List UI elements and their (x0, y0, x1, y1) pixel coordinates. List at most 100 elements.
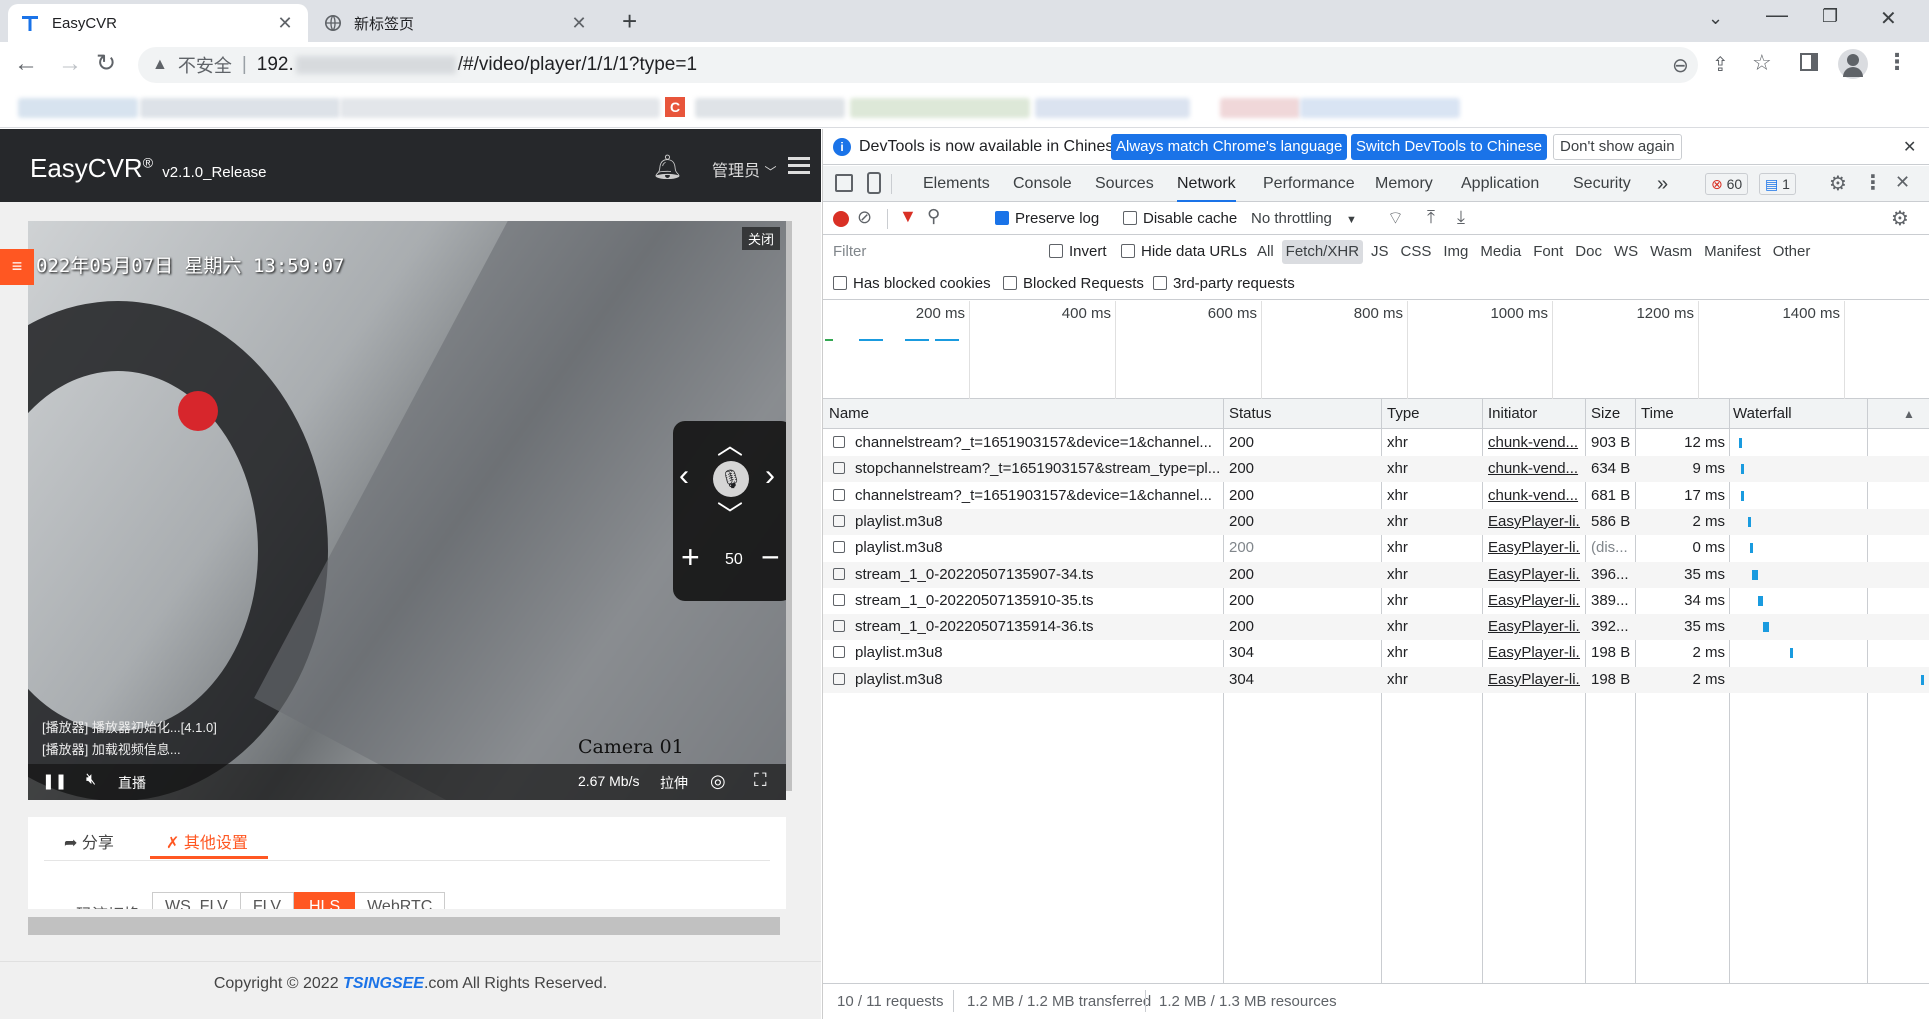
vertical-scrollbar[interactable] (786, 221, 792, 791)
filter-icon[interactable]: ▼ (899, 206, 917, 227)
request-initiator[interactable]: chunk-vend... (1488, 483, 1580, 509)
request-name[interactable]: playlist.m3u8 (833, 640, 1219, 666)
col-type[interactable]: Type (1387, 401, 1420, 427)
close-tab-icon[interactable]: ✕ (568, 13, 590, 34)
table-row[interactable]: playlist.m3u8 304 xhr EasyPlayer-li... 198 B… (823, 640, 1929, 666)
filter-type-img[interactable]: Img (1439, 240, 1472, 264)
request-name[interactable]: playlist.m3u8 (833, 667, 1219, 693)
chrome-menu-icon[interactable]: ⋮ (1886, 49, 1908, 75)
request-name[interactable]: channelstream?_t=1651903157&device=1&cha… (833, 483, 1219, 509)
ptz-zoom-in-icon[interactable]: + (681, 539, 700, 576)
request-initiator[interactable]: EasyPlayer-li... (1488, 535, 1580, 561)
blurred-bookmark[interactable] (850, 98, 1030, 118)
close-banner-icon[interactable]: ✕ (1903, 137, 1916, 157)
ptz-down-icon[interactable]: ﹀ (717, 495, 743, 532)
request-name[interactable]: channelstream?_t=1651903157&device=1&cha… (833, 430, 1219, 456)
disable-cache-checkbox[interactable]: Disable cache (1123, 210, 1237, 227)
browser-tab-new[interactable]: 新标签页 ✕ (312, 4, 602, 42)
request-name[interactable]: stopchannelstream?_t=1651903157&stream_t… (833, 456, 1219, 482)
blurred-bookmark[interactable] (1220, 98, 1300, 118)
clear-icon[interactable]: ⊘ (857, 207, 872, 228)
tab-performance[interactable]: Performance (1263, 166, 1355, 202)
user-menu[interactable]: 管理员 ﹀ (712, 157, 776, 181)
settings-gear-icon[interactable]: ⚙ (1829, 171, 1847, 196)
message-count-badge[interactable]: ▤ 1 (1759, 173, 1796, 195)
request-initiator[interactable]: EasyPlayer-li... (1488, 562, 1580, 588)
zoom-icon[interactable]: ⊖ (1672, 53, 1689, 78)
always-match-language-button[interactable]: Always match Chrome's language (1111, 134, 1348, 160)
customize-menu-icon[interactable]: ⋮ (1863, 170, 1883, 195)
switch-to-chinese-button[interactable]: Switch DevTools to Chinese (1351, 134, 1547, 160)
request-name[interactable]: stream_1_0-20220507135914-36.ts (833, 614, 1219, 640)
dont-show-again-button[interactable]: Don't show again (1553, 134, 1682, 160)
tab-search-icon[interactable]: ⌄ (1708, 8, 1723, 29)
filter-type-other[interactable]: Other (1769, 240, 1815, 264)
network-settings-gear-icon[interactable]: ⚙ (1891, 206, 1909, 231)
col-waterfall[interactable]: Waterfall (1733, 401, 1792, 427)
browser-tab-easycvr[interactable]: EasyCVR ✕ (8, 4, 308, 42)
throttling-select[interactable]: No throttling ▼ (1251, 210, 1357, 227)
filter-type-js[interactable]: JS (1367, 240, 1393, 264)
blurred-bookmark[interactable] (340, 98, 660, 118)
stream-option-ws-flv[interactable]: WS_FLV (152, 892, 241, 909)
stream-option-webrtc[interactable]: WebRTC (355, 892, 446, 909)
sort-ascending-icon[interactable]: ▲ (1903, 401, 1915, 427)
tab-sources[interactable]: Sources (1095, 166, 1154, 202)
preserve-log-checkbox[interactable]: Preserve log (995, 210, 1099, 227)
table-row[interactable]: stopchannelstream?_t=1651903157&stream_t… (823, 456, 1929, 483)
table-row[interactable]: stream_1_0-20220507135910-35.ts 200 xhr Eas… (823, 588, 1929, 614)
close-window-icon[interactable]: ✕ (1880, 6, 1897, 31)
share-icon[interactable]: ⇪ (1712, 52, 1729, 77)
tab-application[interactable]: Application (1461, 166, 1539, 202)
tab-elements[interactable]: Elements (923, 166, 990, 202)
ptz-up-icon[interactable]: ︿ (717, 425, 743, 462)
tab-network[interactable]: Network (1177, 166, 1236, 202)
table-row[interactable]: stream_1_0-20220507135914-36.ts 200 xhr Eas… (823, 614, 1929, 641)
new-tab-icon[interactable]: + (622, 6, 637, 37)
forward-icon[interactable]: → (58, 50, 82, 78)
error-count-badge[interactable]: ⊗ 60 (1705, 173, 1749, 195)
network-conditions-icon[interactable]: ⌔ (1387, 207, 1404, 230)
table-row[interactable]: stream_1_0-20220507135907-34.ts 200 xhr Eas… (823, 561, 1929, 588)
ptz-left-icon[interactable]: ‹ (679, 459, 689, 493)
request-initiator[interactable]: EasyPlayer-li... (1488, 588, 1580, 614)
filter-type-fetch-xhr[interactable]: Fetch/XHR (1281, 240, 1364, 264)
close-tab-icon[interactable]: ✕ (274, 13, 296, 34)
tab-share[interactable]: ➦ 分享 (64, 829, 114, 853)
blocked-requests-checkbox[interactable]: Blocked Requests (1003, 275, 1144, 292)
filter-type-manifest[interactable]: Manifest (1700, 240, 1765, 264)
request-name[interactable]: stream_1_0-20220507135910-35.ts (833, 588, 1219, 614)
fullscreen-icon[interactable]: ⛶ (754, 770, 767, 791)
table-row[interactable]: channelstream?_t=1651903157&device=1&cha… (823, 483, 1929, 509)
close-video-button[interactable]: 关闭 (742, 227, 781, 250)
request-name[interactable]: playlist.m3u8 (833, 535, 1219, 561)
notification-bell-icon[interactable]: 🔔︎ (652, 153, 682, 182)
col-initiator[interactable]: Initiator (1488, 401, 1537, 427)
microphone-icon[interactable]: 🎙︎ (713, 461, 749, 497)
third-party-requests-checkbox[interactable]: 3rd-party requests (1153, 275, 1295, 292)
col-name[interactable]: Name (829, 401, 869, 427)
import-har-icon[interactable]: ⤒ (1427, 207, 1435, 228)
back-icon[interactable]: ← (14, 50, 38, 78)
blurred-bookmark[interactable] (1035, 98, 1190, 118)
bookmark-favicon-icon[interactable]: C (665, 97, 685, 117)
col-status[interactable]: Status (1229, 401, 1272, 427)
close-devtools-icon[interactable]: ✕ (1895, 172, 1910, 193)
hamburger-menu-icon[interactable] (788, 153, 810, 174)
ptz-right-icon[interactable]: › (765, 459, 775, 493)
restore-icon[interactable]: ❐ (1822, 6, 1838, 27)
blurred-bookmark[interactable] (140, 98, 340, 118)
filter-type-font[interactable]: Font (1529, 240, 1567, 264)
filter-type-css[interactable]: CSS (1397, 240, 1436, 264)
request-initiator[interactable]: chunk-vend... (1488, 430, 1580, 456)
blurred-bookmark[interactable] (18, 98, 138, 118)
more-tabs-icon[interactable]: » (1657, 166, 1668, 202)
request-name[interactable]: playlist.m3u8 (833, 509, 1219, 535)
tsingsee-logo[interactable]: TSINGSEE (343, 975, 424, 992)
table-row[interactable]: playlist.m3u8 304 xhr EasyPlayer-li... 198 B… (823, 666, 1929, 693)
stream-option-flv[interactable]: FLV (240, 892, 294, 909)
request-initiator[interactable]: EasyPlayer-li... (1488, 640, 1580, 666)
side-panel-icon[interactable] (1800, 53, 1818, 71)
filter-type-ws[interactable]: WS (1610, 240, 1642, 264)
request-initiator[interactable]: chunk-vend... (1488, 456, 1580, 482)
